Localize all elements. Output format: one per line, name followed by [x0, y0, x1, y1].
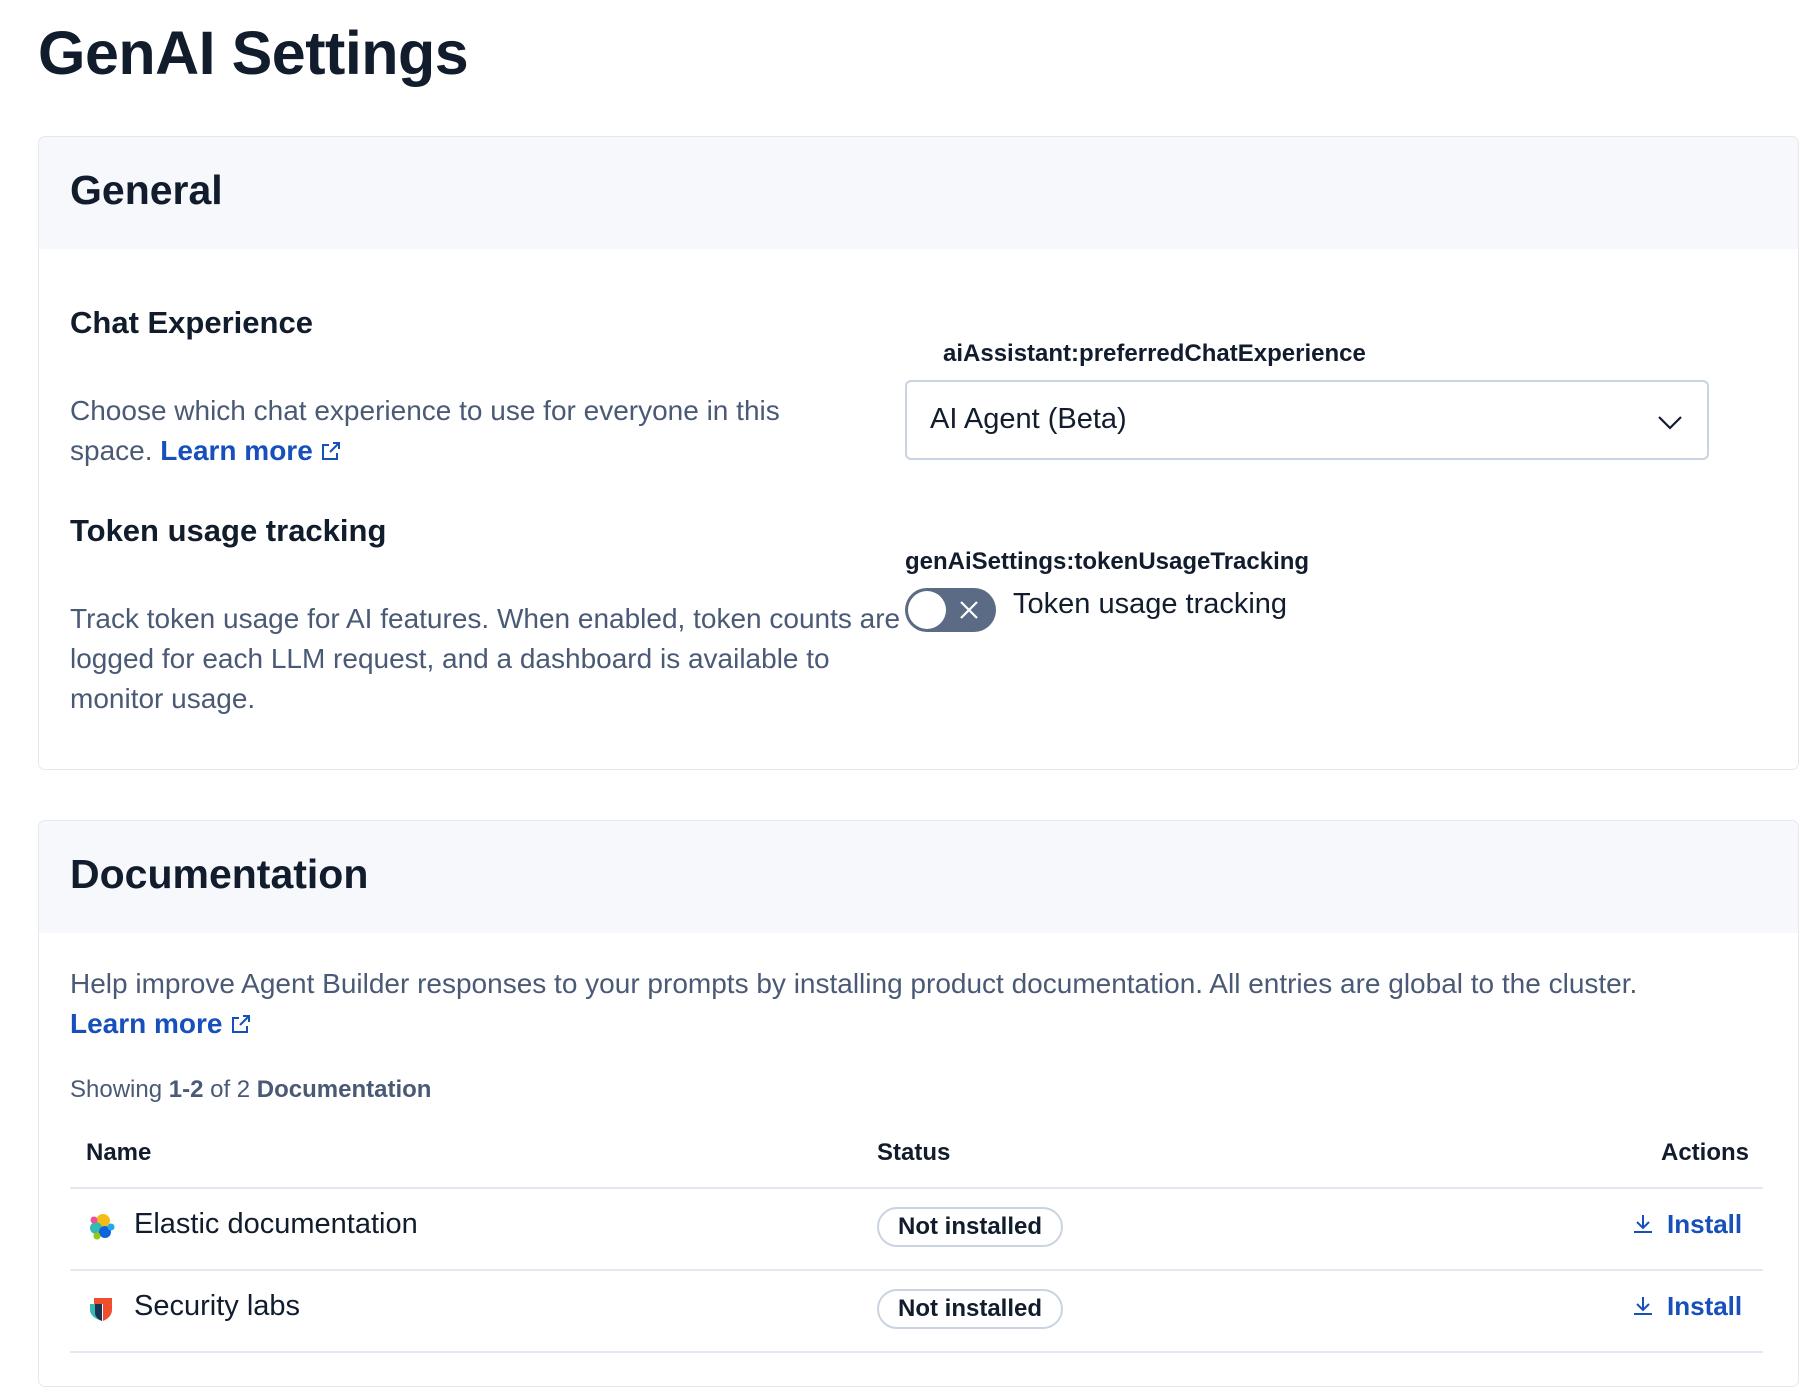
- external-link-icon: [321, 442, 340, 460]
- chat-experience-learn-more-link[interactable]: Learn more: [160, 435, 343, 466]
- documentation-learn-more-label: Learn more: [70, 1008, 223, 1039]
- close-icon: [960, 601, 978, 619]
- showing-range: 1-2: [168, 1076, 204, 1103]
- external-link-icon: [231, 1015, 250, 1033]
- table-divider: [70, 1187, 1763, 1189]
- table-divider: [70, 1351, 1763, 1353]
- documentation-description-text: Help improve Agent Builder responses to …: [70, 968, 1638, 999]
- column-header-name[interactable]: Name: [86, 1139, 151, 1167]
- genai-settings-page: GenAI Settings General Chat Experience C…: [0, 0, 1818, 1393]
- documentation-panel: Documentation Help improve Agent Builder…: [38, 820, 1799, 1387]
- documentation-learn-more-link[interactable]: Learn more: [70, 1008, 253, 1039]
- chat-experience-description: Choose which chat experience to use for …: [70, 391, 850, 471]
- chat-experience-select[interactable]: AI Agent (Beta): [905, 380, 1709, 460]
- general-panel-header: General: [39, 137, 1798, 249]
- table-divider: [70, 1269, 1763, 1271]
- chat-experience-title: Chat Experience: [70, 305, 313, 340]
- install-button[interactable]: Install: [1631, 1209, 1742, 1240]
- chat-experience-learn-more-label: Learn more: [160, 435, 313, 466]
- chat-experience-selected-value: AI Agent (Beta): [930, 403, 1127, 435]
- showing-prefix: Showing: [70, 1076, 163, 1103]
- token-usage-field-key: genAiSettings:tokenUsageTracking: [905, 548, 1310, 575]
- documentation-panel-header: Documentation: [39, 821, 1798, 933]
- column-header-actions: Actions: [1661, 1139, 1750, 1166]
- table-showing-summary: Showing 1-2 of 2 Documentation: [70, 1076, 431, 1104]
- documentation-description: Help improve Agent Builder responses to …: [70, 964, 1770, 1044]
- showing-label: Documentation: [256, 1076, 432, 1103]
- token-usage-toggle[interactable]: [905, 588, 996, 632]
- chevron-down-icon: [1658, 416, 1682, 430]
- install-label: Install: [1667, 1209, 1743, 1239]
- row-name: Elastic documentation: [134, 1208, 418, 1240]
- download-icon: [1634, 1215, 1652, 1233]
- download-icon: [1634, 1297, 1652, 1315]
- general-heading: General: [70, 167, 223, 213]
- status-badge: Not installed: [877, 1207, 1064, 1247]
- page-title: GenAI Settings: [38, 19, 469, 87]
- row-name: Security labs: [134, 1290, 301, 1322]
- documentation-heading: Documentation: [70, 851, 369, 897]
- status-badge: Not installed: [877, 1289, 1064, 1329]
- security-labs-logo-icon: [90, 1298, 112, 1321]
- install-label: Install: [1667, 1291, 1743, 1321]
- elastic-logo-icon: [90, 1214, 115, 1240]
- toggle-knob: [908, 591, 946, 629]
- chat-experience-field-key: aiAssistant:preferredChatExperience: [943, 340, 1366, 367]
- install-button[interactable]: Install: [1631, 1291, 1742, 1322]
- token-usage-description: Track token usage for AI features. When …: [70, 603, 901, 714]
- token-usage-title: Token usage tracking: [70, 513, 387, 548]
- token-usage-toggle-label[interactable]: Token usage tracking: [1013, 588, 1287, 621]
- column-header-status: Status: [877, 1139, 951, 1166]
- showing-total: of 2: [210, 1076, 251, 1103]
- general-panel: General Chat Experience Choose which cha…: [38, 136, 1799, 770]
